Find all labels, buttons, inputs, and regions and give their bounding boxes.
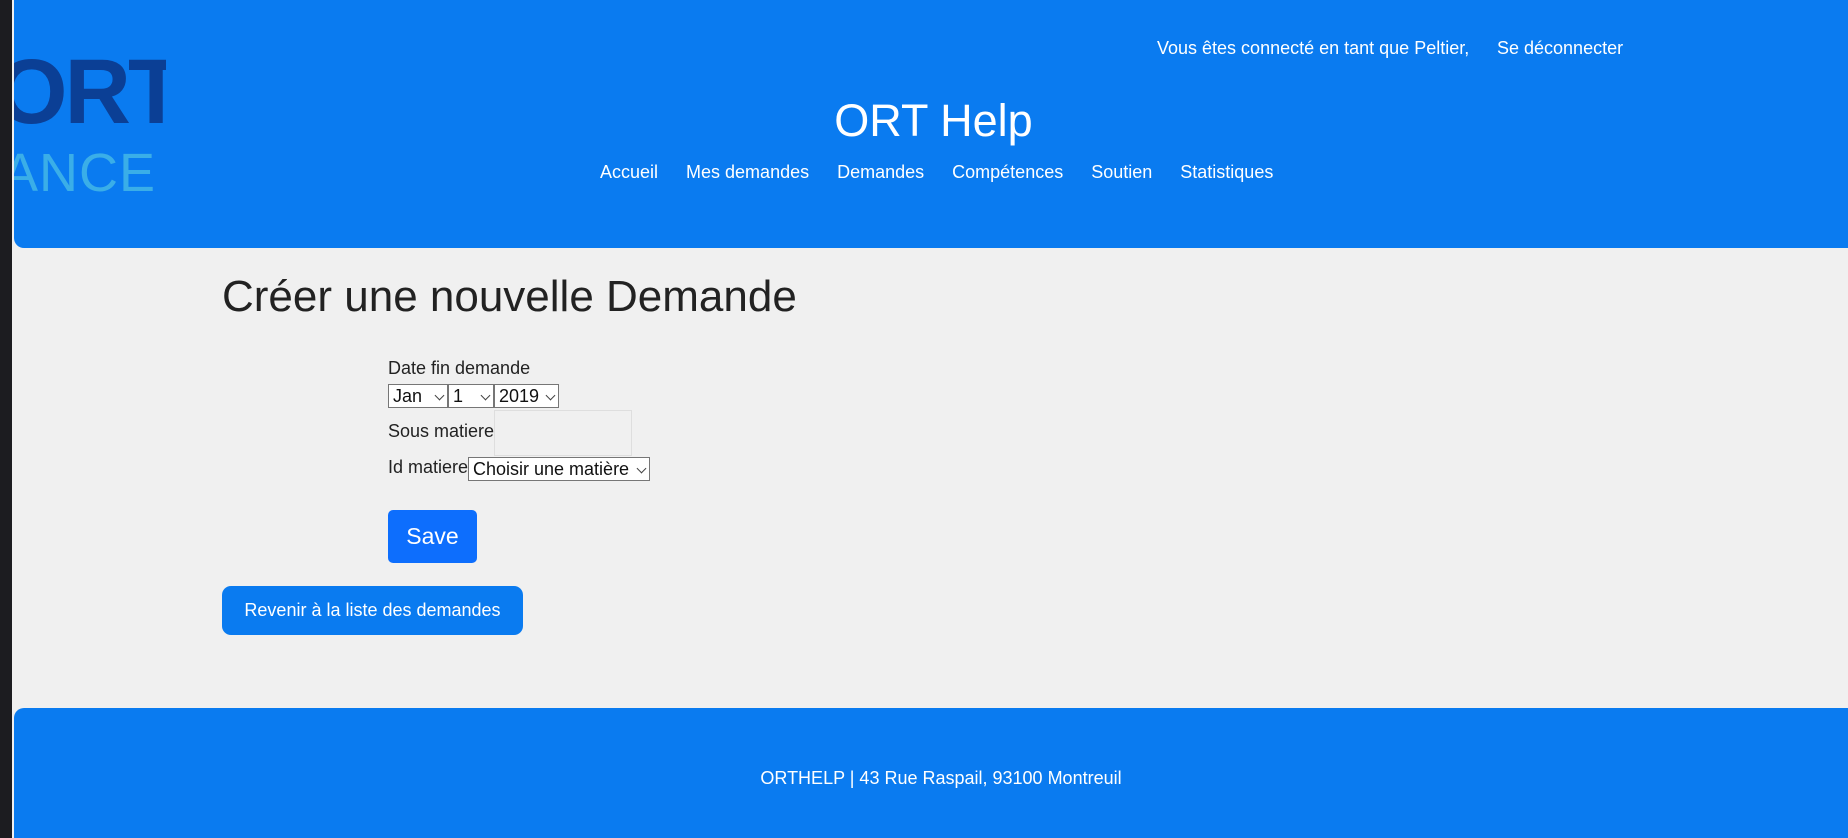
day-select[interactable]: 1 — [448, 384, 494, 408]
chevron-down-icon — [545, 390, 556, 401]
chevron-down-icon — [434, 390, 445, 401]
sous-matiere-input[interactable] — [494, 410, 632, 456]
footer-address: ORTHELP | 43 Rue Raspail, 93100 Montreui… — [760, 768, 1122, 788]
chevron-down-icon — [480, 390, 491, 401]
nav-item-statistiques[interactable]: Statistiques — [1166, 162, 1287, 183]
date-fin-selects: Jan 1 2019 — [388, 384, 559, 408]
sous-matiere-label: Sous matiere — [388, 421, 495, 441]
nav-item-soutien[interactable]: Soutien — [1077, 162, 1166, 183]
year-select[interactable]: 2019 — [494, 384, 559, 408]
nav-item-competences[interactable]: Compétences — [938, 162, 1077, 183]
id-matiere-select-value: Choisir une matière — [473, 459, 630, 479]
page: ORT ANCE Vous êtes connecté en tant que … — [0, 0, 1848, 838]
date-fin-label: Date fin demande — [388, 358, 531, 378]
nav-item-mes-demandes[interactable]: Mes demandes — [672, 162, 823, 183]
month-select-value: Jan — [393, 386, 423, 406]
nav-item-demandes[interactable]: Demandes — [823, 162, 938, 183]
nav-item-accueil[interactable]: Accueil — [586, 162, 672, 183]
save-button[interactable]: Save — [388, 510, 477, 563]
logout-link[interactable]: Se déconnecter — [1497, 38, 1623, 59]
year-select-value: 2019 — [499, 386, 540, 406]
user-status: Vous êtes connecté en tant que Peltier, — [1157, 38, 1470, 58]
main-nav: Accueil Mes demandes Demandes Compétence… — [586, 162, 1287, 183]
logo-bottom-text: ANCE — [14, 143, 157, 200]
id-matiere-label: Id matiere — [388, 457, 469, 477]
chevron-down-icon — [636, 463, 647, 474]
site-title: ORT Help — [834, 95, 1033, 146]
day-select-value: 1 — [453, 386, 464, 406]
back-to-list-button[interactable]: Revenir à la liste des demandes — [222, 586, 523, 635]
month-select[interactable]: Jan — [388, 384, 448, 408]
page-title: Créer une nouvelle Demande — [222, 272, 797, 321]
id-matiere-select[interactable]: Choisir une matière — [468, 457, 650, 481]
